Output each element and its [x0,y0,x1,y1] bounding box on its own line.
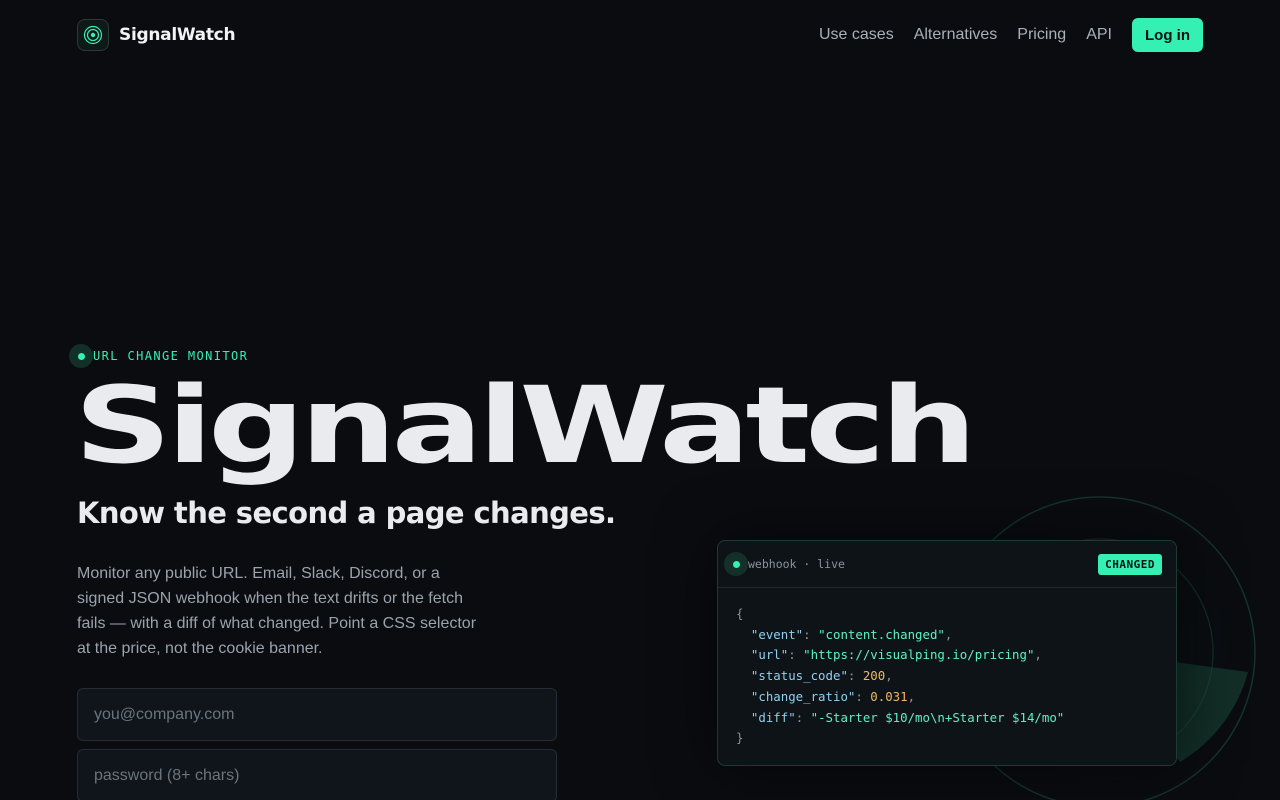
code-comma: , [907,688,916,704]
code-value: 200 [862,668,886,684]
code-line: "diff": "-Starter $10/mo\n+Starter $14/m… [750,709,1065,725]
nav-link-use-cases[interactable]: Use cases [819,26,894,44]
status-dot-icon [724,552,748,576]
code-key: "change_ratio" [750,688,856,704]
brand-name: SignalWatch [119,25,236,45]
login-button[interactable]: Log in [1132,18,1203,52]
code-comma: , [944,626,953,642]
code-line: "url": "https://visualping.io/pricing", [750,647,1042,663]
status-badge: CHANGED [1098,553,1162,575]
nav-links: Use cases Alternatives Pricing API Log i… [819,18,1203,52]
email-input[interactable] [77,688,557,741]
nav-link-api[interactable]: API [1086,26,1112,44]
code-key: "diff" [750,709,796,725]
radar-logo-icon [77,19,109,51]
code-value: 0.031 [870,688,908,704]
webhook-label: webhook · live [748,557,845,571]
code-line: "change_ratio": 0.031, [750,688,916,704]
code-brace-close: } [736,730,744,746]
code-key: "status_code" [750,668,848,684]
code-key: "url" [750,647,789,663]
top-nav: SignalWatch Use cases Alternatives Prici… [77,18,1203,52]
hero-title: SignalWatch [74,364,977,487]
eyebrow-text: URL CHANGE MONITOR [93,349,249,363]
code-brace-open: { [736,606,744,621]
code-value: "https://visualping.io/pricing" [803,647,1035,663]
code-line: "event": "content.changed", [750,626,953,642]
nav-link-alternatives[interactable]: Alternatives [914,26,998,44]
hero-description: Monitor any public URL. Email, Slack, Di… [77,565,477,657]
webhook-payload: { "event": "content.changed", "url": "ht… [718,588,1176,765]
password-input[interactable] [77,749,557,800]
code-value: "content.changed" [818,626,945,642]
code-value: "-Starter $10/mo\n+Starter $14/mo" [810,709,1065,725]
webhook-card-header: webhook · live CHANGED [718,541,1176,588]
brand-link[interactable]: SignalWatch [77,19,236,51]
nav-link-pricing[interactable]: Pricing [1017,26,1066,44]
code-comma: , [885,668,893,684]
code-key: "event" [750,626,804,642]
hero-subtitle: Know the second a page changes. [77,496,616,530]
code-line: "status_code": 200, [750,668,893,684]
code-comma: , [1034,647,1042,663]
webhook-card: webhook · live CHANGED { "event": "conte… [717,540,1177,766]
